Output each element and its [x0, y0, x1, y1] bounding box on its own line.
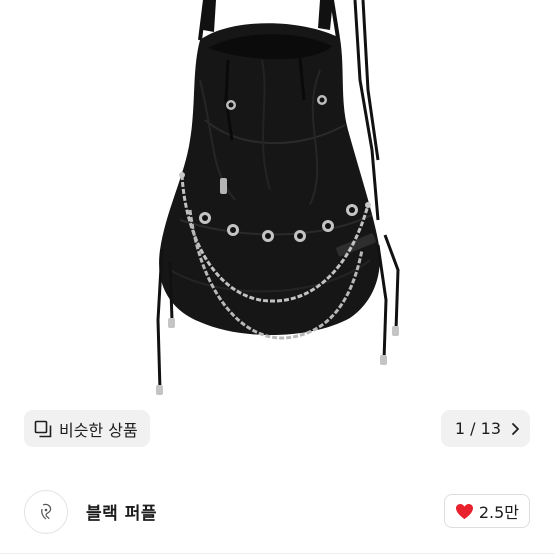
- likes-count: 2.5만: [478, 503, 519, 522]
- image-page-counter[interactable]: 1 / 13: [440, 410, 530, 447]
- heart-icon: [455, 503, 473, 519]
- chevron-right-icon: [512, 422, 519, 435]
- like-button[interactable]: 2.5만: [443, 494, 530, 528]
- shop-avatar-icon: [41, 503, 52, 520]
- product-image[interactable]: [0, 0, 554, 468]
- product-page: 비슷한 상품 1 / 13 블랙 퍼플 2.5만: [0, 0, 554, 554]
- shop-info-row[interactable]: 블랙 퍼플 2.5만: [0, 468, 554, 554]
- backpack-illustration: [156, 0, 400, 395]
- similar-items-button[interactable]: 비슷한 상품: [24, 410, 150, 447]
- similar-items-label: 비슷한 상품: [59, 420, 138, 440]
- similar-items-icon: [34, 420, 52, 437]
- shop-name[interactable]: 블랙 퍼플: [86, 499, 157, 524]
- shop-avatar[interactable]: [24, 490, 68, 534]
- page-counter-label: 1 / 13: [454, 419, 501, 438]
